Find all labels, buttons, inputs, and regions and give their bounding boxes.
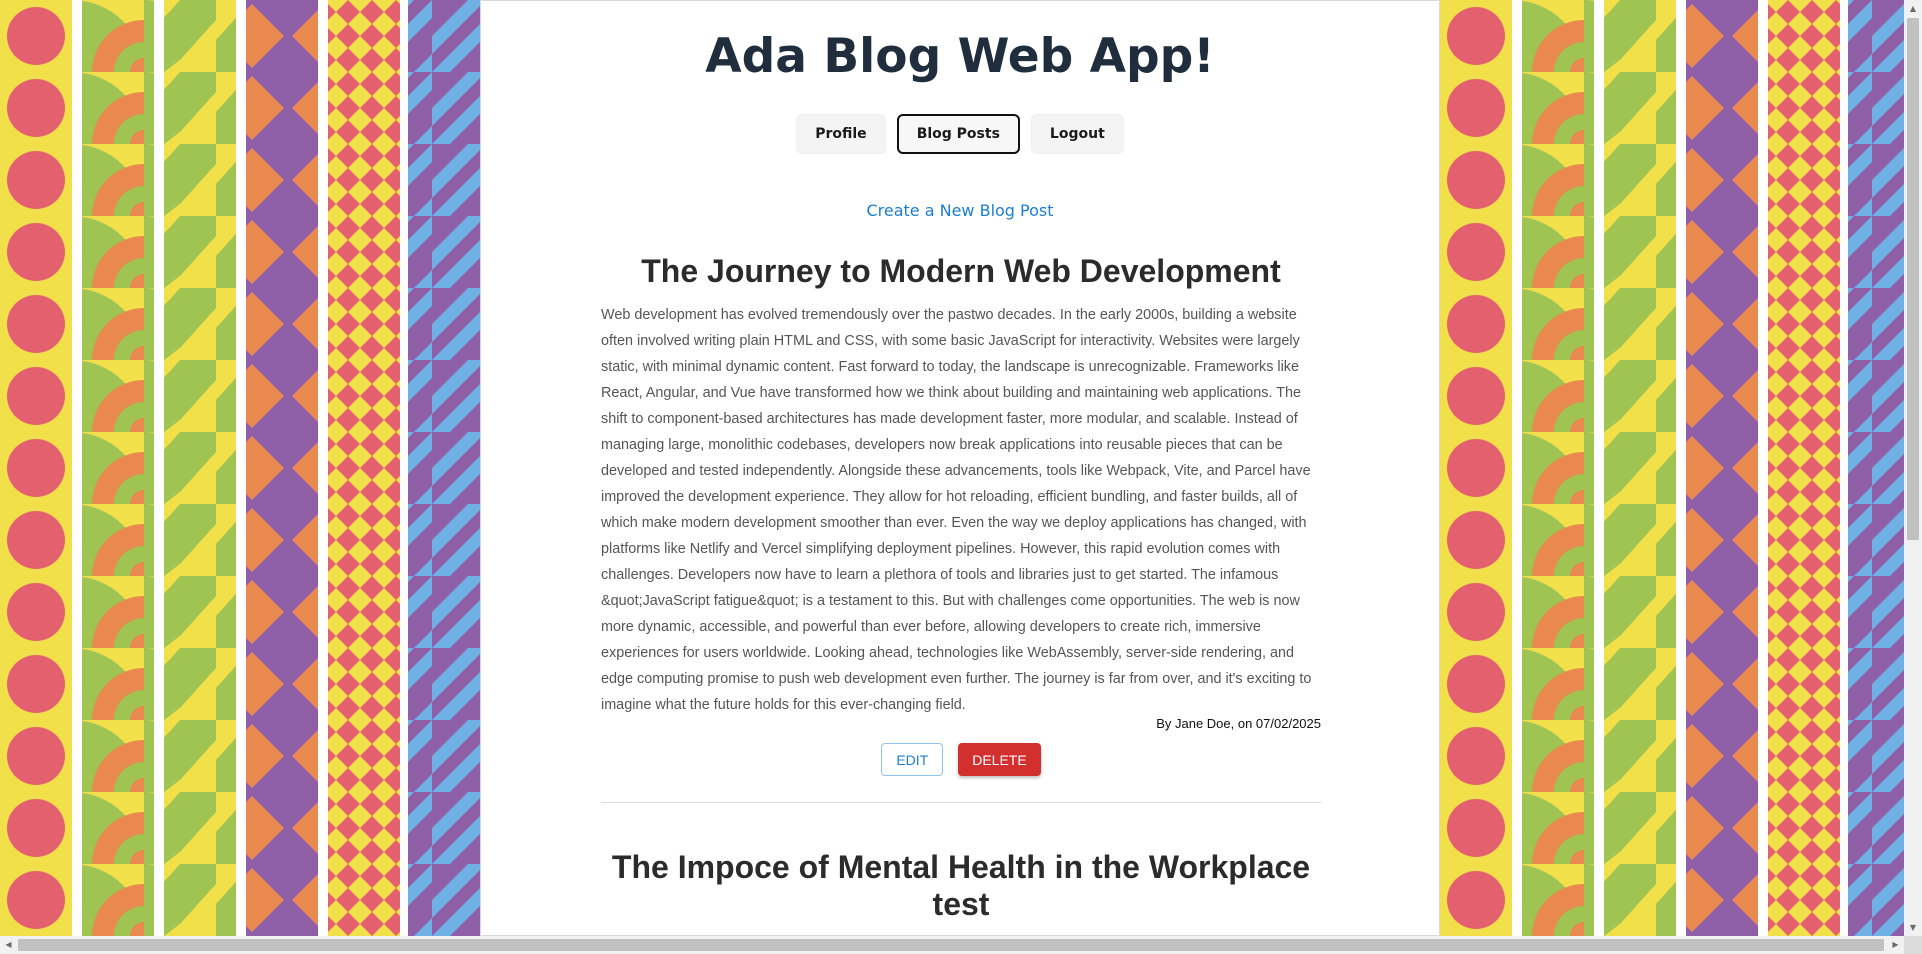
blog-post: The Journey to Modern Web Development We… xyxy=(601,253,1321,803)
post-title: The Journey to Modern Web Development xyxy=(641,253,1281,289)
browser-viewport: Ada Blog Web App! Profile Blog Posts Log… xyxy=(0,0,1904,936)
create-new-post-link[interactable]: Create a New Blog Post xyxy=(481,201,1439,220)
nav-logout-button[interactable]: Logout xyxy=(1030,114,1124,154)
post-author-date: By Jane Doe, on 07/02/2025 xyxy=(1156,716,1321,731)
horizontal-scrollbar[interactable]: ◀ ▶ xyxy=(0,936,1904,954)
main-nav: Profile Blog Posts Logout xyxy=(481,114,1439,154)
post-actions: EDIT DELETE xyxy=(601,743,1321,776)
nav-profile-button[interactable]: Profile xyxy=(796,114,886,154)
horizontal-scrollbar-thumb[interactable] xyxy=(18,939,1884,951)
post-body: Web development has evolved tremendously… xyxy=(601,307,1312,713)
post-divider xyxy=(601,802,1321,803)
scroll-down-arrow-icon[interactable]: ▼ xyxy=(1904,919,1922,936)
app-title: Ada Blog Web App! xyxy=(705,29,1215,84)
edit-post-button[interactable]: EDIT xyxy=(881,743,944,776)
blog-post: The Impoce of Mental Health in the Workp… xyxy=(601,849,1321,923)
background-pattern-right xyxy=(1440,0,1904,936)
scroll-up-arrow-icon[interactable]: ▲ xyxy=(1904,0,1922,17)
background-pattern-left xyxy=(0,0,480,936)
nav-blog-posts-button[interactable]: Blog Posts xyxy=(896,114,1020,154)
scroll-right-arrow-icon[interactable]: ▶ xyxy=(1887,936,1904,954)
delete-post-button[interactable]: DELETE xyxy=(958,743,1041,776)
vertical-scrollbar-thumb[interactable] xyxy=(1907,18,1919,540)
scrollbar-corner xyxy=(1904,936,1922,954)
vertical-scrollbar[interactable]: ▲ ▼ xyxy=(1904,0,1922,936)
scroll-left-arrow-icon[interactable]: ◀ xyxy=(0,936,17,954)
main-content-card: Ada Blog Web App! Profile Blog Posts Log… xyxy=(480,0,1440,936)
post-title: The Impoce of Mental Health in the Workp… xyxy=(611,849,1311,922)
